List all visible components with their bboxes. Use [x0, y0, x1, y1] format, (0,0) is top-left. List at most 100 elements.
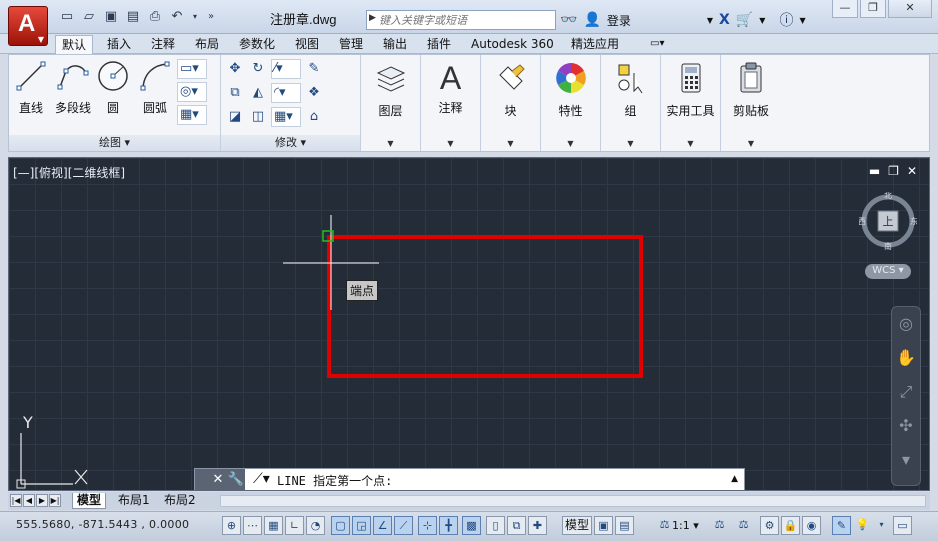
- login-link[interactable]: 登录: [607, 12, 631, 29]
- quick-view-layouts-icon[interactable]: ▣: [594, 516, 613, 535]
- array-icon[interactable]: ▦▾: [271, 107, 301, 127]
- block-panel[interactable]: 块 ▼: [481, 55, 541, 151]
- selection-cycling-icon[interactable]: ⧉: [507, 516, 526, 535]
- ribbon-minimize-icon[interactable]: ▭▾: [650, 35, 664, 54]
- save-as-icon[interactable]: ▤: [124, 8, 142, 26]
- mirror-icon[interactable]: ◭: [248, 83, 268, 103]
- tab-plugins[interactable]: 插件: [427, 35, 451, 54]
- store-icon[interactable]: 🛒: [736, 12, 753, 28]
- lightbulb-icon[interactable]: 💡: [853, 516, 872, 535]
- utilities-panel[interactable]: 实用工具 ▼: [661, 55, 721, 151]
- next-tab-icon[interactable]: ▶: [36, 494, 48, 507]
- workspace-switching-icon[interactable]: ⚙: [760, 516, 779, 535]
- stretch-icon[interactable]: ◪: [225, 107, 245, 127]
- model-space-button[interactable]: 模型: [562, 516, 593, 535]
- draw-panel-label[interactable]: 绘图 ▾: [9, 135, 220, 151]
- annotation-monitor-icon[interactable]: ✚: [528, 516, 547, 535]
- pan-hand-icon[interactable]: ✋: [892, 341, 920, 375]
- more-icon[interactable]: »: [204, 8, 218, 26]
- wcs-menu[interactable]: WCS ▾: [865, 264, 911, 279]
- tab-parametric[interactable]: 参数化: [239, 35, 275, 54]
- steering-wheel-icon[interactable]: ◎: [892, 307, 920, 341]
- command-line-grip[interactable]: [195, 469, 209, 490]
- search-input[interactable]: [379, 12, 549, 28]
- properties-panel[interactable]: 特性 ▼: [541, 55, 601, 151]
- viewcube[interactable]: 上 北 南 东 西: [859, 192, 917, 250]
- save-icon[interactable]: ▣: [102, 8, 120, 26]
- expand-icon[interactable]: ▶: [369, 13, 376, 23]
- hardware-acceleration-icon[interactable]: ◉: [802, 516, 821, 535]
- show-lineweight-icon[interactable]: ╋: [439, 516, 458, 535]
- tab-insert[interactable]: 插入: [107, 35, 131, 54]
- customize-wrench-icon[interactable]: 🔧: [227, 469, 245, 490]
- orbit-icon[interactable]: ✣: [892, 409, 920, 443]
- layers-panel[interactable]: 图层 ▼: [361, 55, 421, 151]
- object-snap-tracking-icon[interactable]: ∠: [373, 516, 392, 535]
- grid-display-icon[interactable]: ▦: [264, 516, 283, 535]
- offset-icon[interactable]: ⌂: [304, 107, 324, 127]
- group-panel[interactable]: 组 ▼: [601, 55, 661, 151]
- ellipse-icon[interactable]: ◎▾: [177, 82, 207, 102]
- dynamic-input-icon[interactable]: ⊹: [418, 516, 437, 535]
- chevron-down-icon[interactable]: ▼: [799, 16, 805, 25]
- showmotion-icon[interactable]: ▾: [892, 443, 920, 477]
- tab-annotate[interactable]: 注释: [151, 35, 175, 54]
- polyline-tool[interactable]: 多段线: [51, 59, 95, 116]
- trim-icon[interactable]: ⁄▾: [271, 59, 301, 79]
- circle-tool[interactable]: 圆: [93, 59, 133, 116]
- transparency-icon[interactable]: ▩: [462, 516, 481, 535]
- viewcube-west[interactable]: 西: [859, 217, 866, 226]
- line-tool[interactable]: 直线: [11, 59, 51, 116]
- tab-default[interactable]: 默认: [55, 35, 94, 54]
- horizontal-scrollbar[interactable]: [220, 495, 926, 507]
- quick-view-drawings-icon[interactable]: ▤: [615, 516, 634, 535]
- clipboard-panel[interactable]: 剪贴板 ▼: [721, 55, 781, 151]
- chevron-down-icon[interactable]: ▼: [707, 16, 713, 25]
- tab-featured-apps[interactable]: 精选应用: [571, 35, 619, 54]
- minimize-icon[interactable]: —: [832, 0, 858, 18]
- application-menu-button[interactable]: A ▼: [8, 6, 48, 46]
- rectangle-icon[interactable]: ▭▾: [177, 59, 207, 79]
- ortho-mode-icon[interactable]: ∟: [285, 516, 304, 535]
- arc-tool[interactable]: 圆弧: [135, 59, 175, 116]
- drawing-canvas[interactable]: [—][俯视][二维线框] ▬ ❐ ✕ Y 端点 上 北 南 东 西: [8, 157, 930, 491]
- search-box[interactable]: ▶: [366, 10, 556, 30]
- new-icon[interactable]: ▭: [58, 8, 76, 26]
- maximize-icon[interactable]: ❐: [860, 0, 886, 18]
- modify-panel-label[interactable]: 修改 ▾: [221, 135, 360, 151]
- isolate-objects-icon[interactable]: ✎: [832, 516, 851, 535]
- copy-icon[interactable]: ⧉: [225, 83, 245, 103]
- viewcube-east[interactable]: 东: [910, 216, 917, 226]
- coordinate-readout[interactable]: 555.5680, -871.5443 , 0.0000: [16, 518, 189, 531]
- dynamic-ucs-icon[interactable]: ⟋: [394, 516, 413, 535]
- close-icon[interactable]: ✕: [888, 0, 932, 18]
- polar-tracking-icon[interactable]: ◔: [306, 516, 325, 535]
- viewcube-south[interactable]: 南: [884, 241, 892, 250]
- quick-properties-icon[interactable]: ▯: [486, 516, 505, 535]
- move-icon[interactable]: ✥: [225, 59, 245, 79]
- zoom-extents-icon[interactable]: ⤢: [892, 375, 920, 409]
- first-tab-icon[interactable]: |◀: [10, 494, 22, 507]
- chevron-down-icon[interactable]: ▼: [759, 16, 765, 25]
- viewcube-north[interactable]: 北: [884, 192, 892, 200]
- auto-scale-icon[interactable]: ⚖: [734, 516, 753, 535]
- clean-screen-icon[interactable]: ▭: [893, 516, 912, 535]
- snap-mode-icon[interactable]: ⋯: [243, 516, 262, 535]
- user-icon[interactable]: 👤: [583, 12, 600, 28]
- tab-autodesk-360[interactable]: Autodesk 360: [471, 35, 554, 54]
- explode-icon[interactable]: ❖: [304, 83, 324, 103]
- close-icon[interactable]: ✕: [209, 469, 227, 490]
- help-icon[interactable]: ⓘ: [779, 10, 793, 30]
- tab-manage[interactable]: 管理: [339, 35, 363, 54]
- print-icon[interactable]: ⎙: [146, 8, 164, 26]
- last-tab-icon[interactable]: ▶|: [49, 494, 61, 507]
- binoculars-icon[interactable]: 👓: [560, 12, 577, 28]
- annotation-scale[interactable]: 1:1 ▾: [672, 519, 699, 532]
- tab-layout[interactable]: 布局: [195, 35, 219, 54]
- hatch-icon[interactable]: ▦▾: [177, 105, 207, 125]
- annotation-visibility-icon[interactable]: ⚖: [710, 516, 729, 535]
- tab-layout1[interactable]: 布局1: [114, 493, 154, 509]
- tab-model[interactable]: 模型: [72, 493, 107, 509]
- open-icon[interactable]: ▱: [80, 8, 98, 26]
- erase-icon[interactable]: ✎: [304, 59, 324, 79]
